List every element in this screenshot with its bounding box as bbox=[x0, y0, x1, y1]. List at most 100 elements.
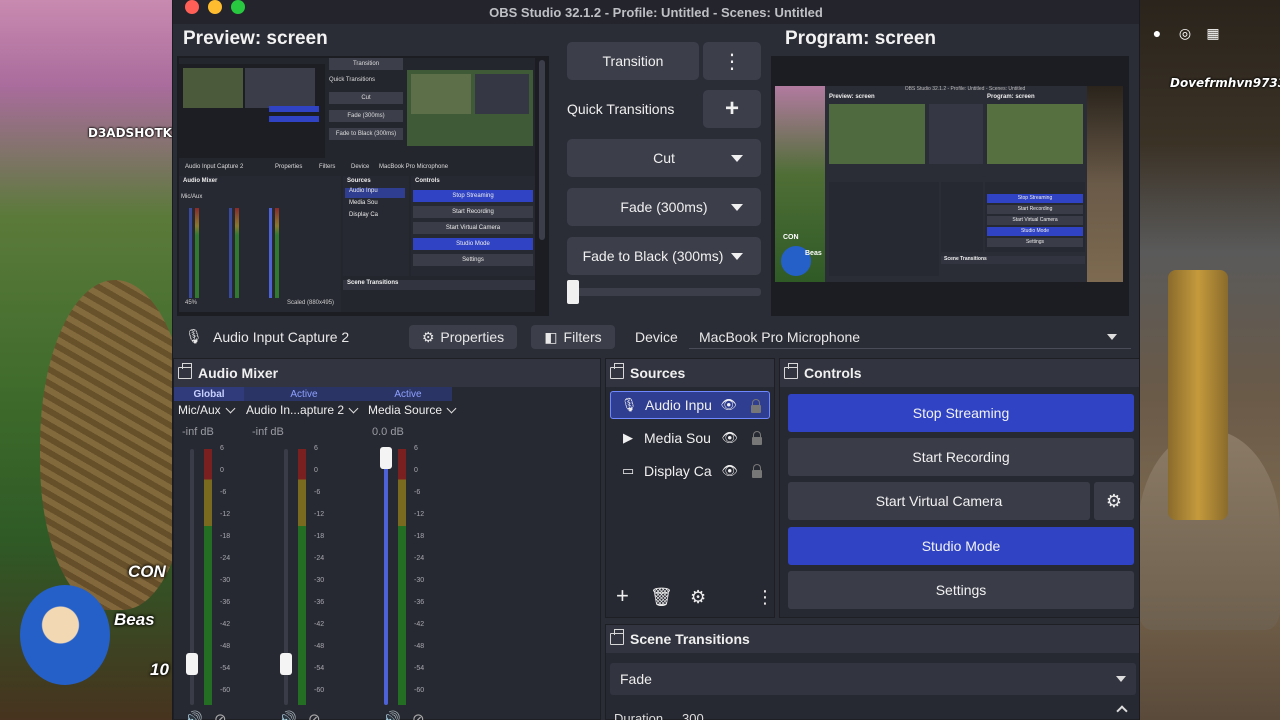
program-canvas[interactable]: CON Beas OBS Studio 32.1.2 - Profile: Un… bbox=[771, 56, 1129, 316]
tbar-track[interactable] bbox=[567, 288, 761, 296]
virtual-camera-settings-button[interactable]: ⚙ bbox=[1094, 482, 1134, 520]
quick-transition-fade-to-black[interactable]: Fade to Black (300ms) bbox=[567, 237, 761, 275]
quick-transition-cut[interactable]: Cut bbox=[567, 139, 761, 177]
tbar-handle[interactable] bbox=[567, 280, 579, 304]
audio-mixer-title: Audio Mixer bbox=[198, 365, 279, 381]
eye-icon[interactable]: 👁 bbox=[720, 397, 737, 413]
mini-filters: Filters bbox=[319, 164, 336, 170]
scene-transitions-title: Scene Transitions bbox=[630, 631, 750, 647]
mini-studio-mode: Studio Mode bbox=[413, 238, 533, 250]
context-bar: 🎙 Audio Input Capture 2 ⚙ Properties ◧ F… bbox=[173, 322, 1139, 352]
stop-streaming-button[interactable]: Stop Streaming bbox=[788, 394, 1134, 432]
chevron-down-icon bbox=[446, 403, 457, 413]
overlay-text-beas: Beas bbox=[114, 610, 155, 629]
lock-icon[interactable] bbox=[751, 399, 761, 413]
speaker-icon[interactable]: 🔊 bbox=[382, 710, 401, 720]
eye-icon[interactable]: 👁 bbox=[721, 463, 738, 479]
settings-button[interactable]: Settings bbox=[788, 571, 1134, 609]
device-select[interactable]: MacBook Pro Microphone bbox=[689, 325, 1131, 349]
channel-name-dropdown[interactable]: Audio In...apture 2 bbox=[246, 403, 359, 417]
headphones-monitor-off-icon[interactable]: ⊘ bbox=[412, 710, 425, 720]
mini-source-1: Audio Inpu bbox=[345, 188, 405, 198]
start-virtual-camera-button[interactable]: Start Virtual Camera bbox=[788, 482, 1090, 520]
mixer-channel-media-source: Active Media Source 0.0 dB 6 0 -6 -12 -18 -24… bbox=[364, 387, 457, 720]
obs-window: OBS Studio 32.1.2 - Profile: Untitled - … bbox=[172, 0, 1140, 720]
sources-toolbar: + 🗑 ⚙ ⋮ bbox=[606, 583, 774, 611]
headphones-monitor-off-icon[interactable]: ⊘ bbox=[214, 710, 227, 720]
lock-icon[interactable] bbox=[752, 464, 762, 478]
game-scene-right bbox=[1138, 0, 1280, 720]
player-tag-left: D3ADSHOTKV bbox=[88, 126, 182, 140]
mini-device-value: MacBook Pro Microphone bbox=[379, 164, 449, 170]
window-title: OBS Studio 32.1.2 - Profile: Untitled - … bbox=[489, 4, 823, 20]
channel-name-dropdown[interactable]: Mic/Aux bbox=[178, 403, 236, 417]
context-source-name: Audio Input Capture 2 bbox=[213, 329, 350, 345]
sources-title: Sources bbox=[630, 365, 686, 381]
source-name: Display Ca bbox=[644, 463, 712, 479]
source-name: Audio Inpu bbox=[645, 397, 712, 413]
add-quick-transition-button[interactable]: + bbox=[703, 90, 761, 128]
quick-transition-fade[interactable]: Fade (300ms) bbox=[567, 188, 761, 226]
properties-label: Properties bbox=[440, 329, 505, 345]
volume-fader-knob[interactable] bbox=[186, 653, 198, 675]
trash-icon[interactable]: 🗑 bbox=[650, 587, 673, 608]
volume-fader-knob[interactable] bbox=[280, 653, 292, 675]
level-meter bbox=[298, 449, 306, 705]
headphones-monitor-off-icon[interactable]: ⊘ bbox=[308, 710, 321, 720]
duration-label: Duration bbox=[614, 711, 664, 720]
start-recording-button[interactable]: Start Recording bbox=[788, 438, 1134, 476]
overlay-text-count: 10 bbox=[150, 660, 169, 679]
close-window-button[interactable] bbox=[185, 0, 199, 14]
transition-more-button[interactable]: ⋮ bbox=[703, 42, 761, 80]
overlay-text-con: CON bbox=[128, 562, 166, 581]
zoom-window-button[interactable] bbox=[231, 0, 245, 14]
channel-tag: Global bbox=[174, 387, 244, 401]
channel-name: Media Source bbox=[368, 403, 443, 417]
window-controls bbox=[185, 0, 245, 14]
transition-button-label: Transition bbox=[602, 53, 664, 69]
preview-scrollbar[interactable] bbox=[539, 60, 545, 240]
volume-fader-track[interactable] bbox=[384, 449, 388, 705]
program-title: Program: screen bbox=[785, 28, 937, 49]
mini-source-3: Display Ca bbox=[349, 212, 379, 218]
preview-canvas[interactable]: Transition Quick Transitions Cut Fade (3… bbox=[177, 56, 549, 316]
prog-mini-settings: Settings bbox=[987, 238, 1083, 247]
gear-icon[interactable]: ⚙ bbox=[690, 587, 706, 608]
kebab-menu-icon[interactable]: ⋮ bbox=[756, 587, 774, 608]
scene-transition-select[interactable]: Fade bbox=[610, 663, 1136, 695]
speaker-icon[interactable]: 🔊 bbox=[278, 710, 297, 720]
mini-audio-mixer: Audio Mixer bbox=[183, 178, 218, 184]
transition-button[interactable]: Transition bbox=[567, 42, 699, 80]
eye-icon[interactable]: 👁 bbox=[721, 430, 738, 446]
mini-source-2: Media Sou bbox=[349, 200, 378, 206]
sources-header: Sources bbox=[606, 359, 774, 387]
prog-mini-stop: Stop Streaming bbox=[987, 194, 1083, 203]
program-thumbnail: CON Beas OBS Studio 32.1.2 - Profile: Un… bbox=[775, 86, 1123, 282]
source-item-media-source[interactable]: ▶ Media Sou 👁 bbox=[610, 424, 770, 452]
source-item-audio-input[interactable]: 🎙 Audio Inpu 👁 bbox=[610, 391, 770, 419]
chevron-up-icon[interactable] bbox=[1116, 705, 1128, 717]
speaker-icon[interactable]: 🔊 bbox=[184, 710, 203, 720]
minimize-window-button[interactable] bbox=[208, 0, 222, 14]
source-name: Media Sou bbox=[644, 430, 711, 446]
lock-icon[interactable] bbox=[752, 431, 762, 445]
filters-button[interactable]: ◧ Filters bbox=[531, 325, 615, 349]
mini-cut-label: Cut bbox=[329, 92, 403, 104]
dock-icon bbox=[610, 363, 624, 379]
mini-fade-label: Fade (300ms) bbox=[329, 110, 403, 122]
level-meter bbox=[204, 449, 212, 705]
quick-transition-ftb-label: Fade to Black (300ms) bbox=[582, 248, 724, 264]
prog-mini-vcam: Start Virtual Camera bbox=[987, 216, 1083, 225]
properties-button[interactable]: ⚙ Properties bbox=[409, 325, 517, 349]
volume-fader-knob[interactable] bbox=[380, 447, 392, 469]
duration-value[interactable]: 300 bbox=[682, 711, 704, 720]
studio-mode-button[interactable]: Studio Mode bbox=[788, 527, 1134, 565]
mic-icon: 🎙 bbox=[620, 397, 638, 412]
source-item-display-capture[interactable]: ▭ Display Ca 👁 bbox=[610, 457, 770, 485]
dock-icon bbox=[178, 363, 192, 379]
add-source-icon[interactable]: + bbox=[616, 583, 629, 609]
channel-name-dropdown[interactable]: Media Source bbox=[368, 403, 457, 417]
mini-zoom: 45% bbox=[185, 300, 198, 306]
chevron-down-icon bbox=[225, 403, 236, 413]
mini-ftb-label: Fade to Black (300ms) bbox=[329, 128, 403, 140]
